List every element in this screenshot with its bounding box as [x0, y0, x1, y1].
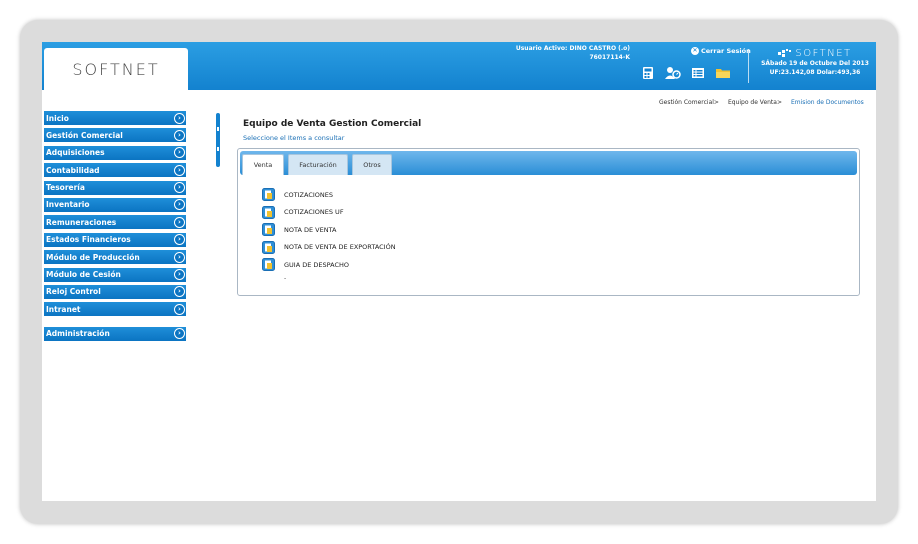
app-screen: SOFTNET Usuario Activo: DINO CASTRO (.o) …	[42, 42, 876, 501]
sidebar-item-modulo-produccion[interactable]: Módulo de Producción ›	[44, 250, 186, 265]
sidebar-item-label: Adquisiciones	[46, 148, 105, 158]
sidebar-item-remuneraciones[interactable]: Remuneraciones ›	[44, 215, 186, 230]
tab-bar: Venta Facturación Otros	[240, 151, 857, 175]
chevron-right-icon: ›	[174, 129, 185, 141]
sidebar-item-adquisiciones[interactable]: Adquisiciones ›	[44, 145, 186, 160]
user-info: Usuario Activo: DINO CASTRO (.o) 76017114…	[482, 44, 630, 62]
sidebar-item-reloj-control[interactable]: Reloj Control ›	[44, 284, 186, 299]
document-label: COTIZACIONES	[284, 190, 333, 199]
breadcrumb-item[interactable]: Equipo de Venta>	[728, 99, 782, 106]
document-list: COTIZACIONES COTIZACIONES UF NOTA DE VEN…	[262, 186, 396, 274]
list-item[interactable]: COTIZACIONES	[262, 186, 396, 204]
sidebar-item-modulo-cesion[interactable]: Módulo de Cesión ›	[44, 267, 186, 282]
chevron-right-icon: ›	[174, 286, 185, 298]
sidebar-item-estados-financieros[interactable]: Estados Financieros ›	[44, 232, 186, 247]
handle-notch	[217, 147, 219, 151]
sidebar-item-label: Estados Financieros	[46, 235, 131, 245]
users-icon[interactable]	[665, 66, 681, 80]
sidebar-item-inventario[interactable]: Inventario ›	[44, 197, 186, 212]
chevron-right-icon: ›	[174, 328, 185, 340]
folder-icon[interactable]	[715, 66, 731, 80]
page-title: Equipo de Venta Gestion Comercial	[243, 119, 422, 129]
sidebar-item-intranet[interactable]: Intranet ›	[44, 302, 186, 317]
chevron-right-icon: ›	[174, 112, 185, 124]
document-label: GUIA DE DESPACHO	[284, 260, 350, 269]
sidebar-item-label: Gestión Comercial	[46, 130, 123, 140]
tab-facturacion[interactable]: Facturación	[288, 154, 348, 175]
document-icon	[262, 240, 275, 254]
chevron-right-icon: ›	[174, 199, 185, 211]
calculator-icon[interactable]	[640, 66, 656, 80]
chevron-right-icon: ›	[174, 216, 185, 228]
breadcrumb-current[interactable]: Emision de Documentos	[791, 99, 864, 106]
brand-block: SOFTNET SÁbado 19 de Octubre Del 2013 UF…	[760, 48, 870, 77]
logo-text: SOFTNET	[72, 59, 160, 79]
tab-venta[interactable]: Venta	[242, 154, 284, 175]
breadcrumb-item[interactable]: Gestión Comercial>	[659, 99, 719, 106]
document-icon	[262, 188, 275, 202]
document-icon	[262, 258, 275, 272]
document-icon	[262, 205, 275, 219]
sidebar-item-contabilidad[interactable]: Contabilidad ›	[44, 163, 186, 178]
sidebar-item-administracion[interactable]: Administración ›	[44, 326, 186, 341]
sidebar-item-label: Inventario	[46, 200, 90, 210]
chevron-right-icon: ›	[174, 182, 185, 194]
sidebar-item-gestion-comercial[interactable]: Gestión Comercial ›	[44, 128, 186, 143]
sidebar-item-label: Módulo de Cesión	[46, 270, 121, 280]
chevron-right-icon: ›	[174, 147, 185, 159]
document-label: NOTA DE VENTA DE EXPORTACIÓN	[284, 243, 396, 252]
tab-otros[interactable]: Otros	[352, 154, 392, 175]
sidebar-item-inicio[interactable]: Inicio ›	[44, 111, 186, 125]
list-item[interactable]: GUIA DE DESPACHO	[262, 256, 396, 274]
header-divider	[748, 49, 749, 83]
sidebar-collapse-handle[interactable]	[216, 113, 220, 167]
top-header: SOFTNET Usuario Activo: DINO CASTRO (.o) …	[42, 42, 876, 90]
sidebar-item-tesoreria[interactable]: Tesorería ›	[44, 180, 186, 195]
close-session-button[interactable]: ✕ Cerrar Sesión	[691, 47, 751, 55]
uf-dollar-rate: UF:23.142,08 Dolar:493,36	[769, 69, 861, 76]
header-icon-bar	[640, 66, 731, 80]
list-icon[interactable]	[690, 66, 706, 80]
close-session-label: Cerrar Sesión	[701, 47, 751, 55]
sidebar-menu: Inicio › Gestión Comercial › Adquisiciones…	[44, 111, 186, 344]
chevron-right-icon: ›	[174, 303, 185, 315]
logo[interactable]: SOFTNET	[44, 48, 188, 90]
brand-name: SOFTNET	[795, 48, 852, 59]
chevron-right-icon: ›	[174, 234, 185, 246]
page-subtitle: Seleccione el Items a consultar	[243, 134, 345, 142]
brand-title: SOFTNET	[760, 48, 870, 59]
documents-panel: Venta Facturación Otros COTIZACIONES COT…	[237, 148, 860, 296]
close-icon: ✕	[691, 47, 699, 55]
sidebar-item-label: Módulo de Producción	[46, 252, 140, 262]
active-user-label: Usuario Activo: DINO CASTRO	[515, 45, 617, 52]
current-date: SÁbado 19 de Octubre Del 2013	[761, 60, 869, 67]
document-label: NOTA DE VENTA	[284, 225, 337, 234]
handle-notch	[217, 127, 219, 131]
sidebar-item-label: Contabilidad	[46, 165, 100, 175]
brand-mark-icon	[778, 49, 792, 57]
list-dash: -	[284, 275, 287, 282]
user-id: 76017114-K	[589, 54, 630, 61]
user-suffix: (.o)	[618, 45, 630, 52]
chevron-right-icon: ›	[174, 164, 185, 176]
list-item[interactable]: NOTA DE VENTA DE EXPORTACIÓN	[262, 239, 396, 257]
list-item[interactable]: COTIZACIONES UF	[262, 204, 396, 222]
document-icon	[262, 223, 275, 237]
chevron-right-icon: ›	[174, 251, 185, 263]
sidebar-item-label: Administración	[46, 329, 110, 339]
breadcrumb: Gestión Comercial> Equipo de Venta> Emisio…	[659, 99, 864, 106]
sidebar-item-label: Tesorería	[46, 183, 85, 193]
sidebar-item-label: Remuneraciones	[46, 217, 117, 227]
list-item[interactable]: NOTA DE VENTA	[262, 221, 396, 239]
sidebar-item-label: Inicio	[46, 113, 69, 123]
document-label: COTIZACIONES UF	[284, 208, 344, 217]
sidebar-item-label: Intranet	[46, 304, 81, 314]
chevron-right-icon: ›	[174, 269, 185, 281]
sidebar-item-label: Reloj Control	[46, 287, 101, 297]
